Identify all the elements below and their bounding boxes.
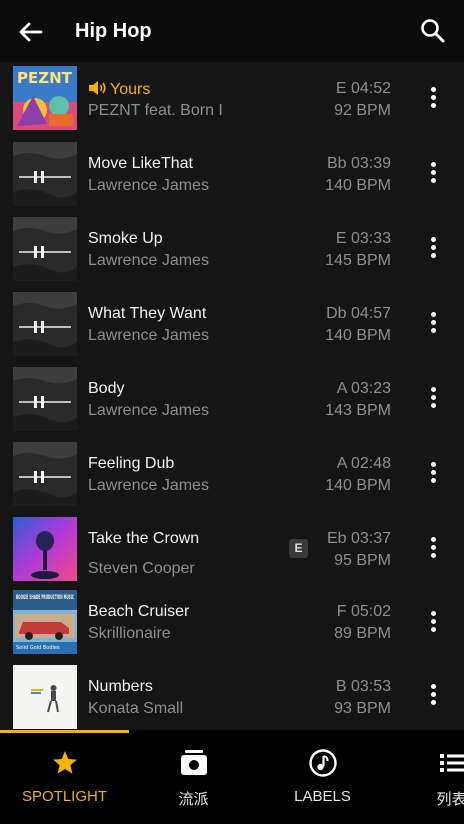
track-name: Smoke Up — [88, 230, 163, 247]
back-arrow-icon — [19, 22, 43, 42]
track-key-duration: A 02:48 — [336, 455, 391, 472]
track-bpm: 89 BPM — [334, 625, 391, 642]
album-art: BOOGIE SHADE PRODUCTION MUSIC Solid Gold… — [13, 590, 77, 654]
album-art-placeholder — [13, 142, 77, 206]
list-icon — [439, 754, 464, 772]
track-key-duration: Db 04:57 — [326, 305, 391, 322]
star-icon — [52, 751, 77, 774]
track-list: PEZNT Yours PEZNT feat. Born I E 04:52 9… — [0, 62, 464, 730]
more-options-button[interactable] — [422, 312, 444, 338]
tab-label: 流派 — [178, 791, 209, 808]
svg-text:Solid Gold Bodies: Solid Gold Bodies — [16, 645, 60, 651]
track-row[interactable]: Take the Crown Steven Cooper E Eb 03:37 … — [0, 512, 464, 587]
album-art — [13, 665, 77, 729]
tab-label: SPOTLIGHT — [21, 788, 107, 805]
svg-text:PEZNT: PEZNT — [17, 69, 73, 87]
track-row[interactable]: Feeling Dub Lawrence James A 02:48 140 B… — [0, 437, 464, 512]
track-artist: Steven Cooper — [88, 560, 195, 577]
more-options-button[interactable] — [422, 684, 444, 710]
album-art: PEZNT — [13, 66, 77, 130]
app-header: Hip Hop — [0, 0, 464, 62]
album-art — [13, 517, 77, 581]
track-artist: Konata Small — [88, 700, 184, 717]
genre-icon — [180, 750, 207, 775]
track-bpm: 140 BPM — [325, 177, 391, 194]
track-row[interactable]: PEZNT Yours PEZNT feat. Born I E 04:52 9… — [0, 62, 464, 137]
track-bpm: 140 BPM — [325, 477, 391, 494]
track-name: Take the Crown — [88, 530, 200, 547]
more-options-button[interactable] — [422, 387, 444, 413]
track-artist: Lawrence James — [88, 402, 209, 419]
track-artist: Lawrence James — [88, 477, 209, 494]
track-bpm: 95 BPM — [334, 552, 391, 569]
back-button[interactable] — [16, 17, 46, 47]
track-name: Move LikeThat — [88, 155, 193, 172]
album-art-placeholder — [13, 367, 77, 431]
track-row[interactable]: What They Want Lawrence James Db 04:57 1… — [0, 287, 464, 362]
album-art-placeholder — [13, 442, 77, 506]
track-name: What They Want — [88, 305, 207, 322]
tab-lists[interactable]: 列表 — [387, 730, 464, 824]
more-options-button[interactable] — [422, 87, 444, 113]
track-artist: PEZNT feat. Born I — [88, 102, 223, 119]
track-artist: Lawrence James — [88, 327, 209, 344]
tab-label: LABELS — [294, 788, 351, 805]
track-key-duration: F 05:02 — [336, 603, 391, 620]
track-key-duration: A 03:23 — [336, 380, 391, 397]
track-row[interactable]: BOOGIE SHADE PRODUCTION MUSIC Solid Gold… — [0, 587, 464, 662]
track-row[interactable]: Smoke Up Lawrence James E 03:33 145 BPM — [0, 212, 464, 287]
tab-label: 列表 — [436, 791, 464, 808]
explicit-badge: E — [289, 539, 308, 558]
track-name: Body — [88, 380, 125, 397]
more-options-button[interactable] — [422, 237, 444, 263]
page-title: Hip Hop — [75, 20, 152, 42]
svg-text:BOOGIE SHADE PRODUCTION MUSIC: BOOGIE SHADE PRODUCTION MUSIC — [16, 594, 74, 601]
search-icon — [421, 19, 445, 43]
track-bpm: 140 BPM — [325, 327, 391, 344]
track-key-duration: E 03:33 — [335, 230, 391, 247]
track-name: Feeling Dub — [88, 455, 175, 472]
tab-labels[interactable]: LABELS — [258, 730, 387, 824]
more-options-button[interactable] — [422, 611, 444, 637]
track-key-duration: Bb 03:39 — [326, 155, 391, 172]
track-bpm: 93 BPM — [334, 700, 391, 717]
track-bpm: 92 BPM — [334, 102, 391, 119]
music-note-icon — [308, 749, 337, 777]
track-bpm: 145 BPM — [325, 252, 391, 269]
now-playing-speaker-icon — [89, 81, 106, 95]
track-bpm: 143 BPM — [325, 402, 391, 419]
more-options-button[interactable] — [422, 462, 444, 488]
track-artist: Skrillionaire — [88, 625, 171, 642]
track-name: Yours — [88, 80, 150, 99]
track-row[interactable]: Body Lawrence James A 03:23 143 BPM — [0, 362, 464, 437]
track-name: Numbers — [88, 678, 153, 695]
bottom-tab-bar: SPOTLIGHT 流派 LABELS 列表 — [0, 730, 464, 824]
track-row[interactable]: Move LikeThat Lawrence James Bb 03:39 14… — [0, 137, 464, 212]
album-art-placeholder — [13, 217, 77, 281]
track-name: Beach Cruiser — [88, 603, 190, 620]
tab-spotlight[interactable]: SPOTLIGHT — [0, 730, 129, 824]
track-artist: Lawrence James — [88, 177, 209, 194]
track-key-duration: Eb 03:37 — [326, 530, 391, 547]
track-artist: Lawrence James — [88, 252, 209, 269]
tab-genres[interactable]: 流派 — [129, 730, 258, 824]
search-button[interactable] — [418, 16, 448, 46]
album-art-placeholder — [13, 292, 77, 356]
track-key-duration: B 03:53 — [335, 678, 391, 695]
more-options-button[interactable] — [422, 537, 444, 563]
more-options-button[interactable] — [422, 162, 444, 188]
track-row[interactable]: Numbers Konata Small B 03:53 93 BPM — [0, 662, 464, 730]
track-key-duration: E 04:52 — [335, 80, 391, 97]
